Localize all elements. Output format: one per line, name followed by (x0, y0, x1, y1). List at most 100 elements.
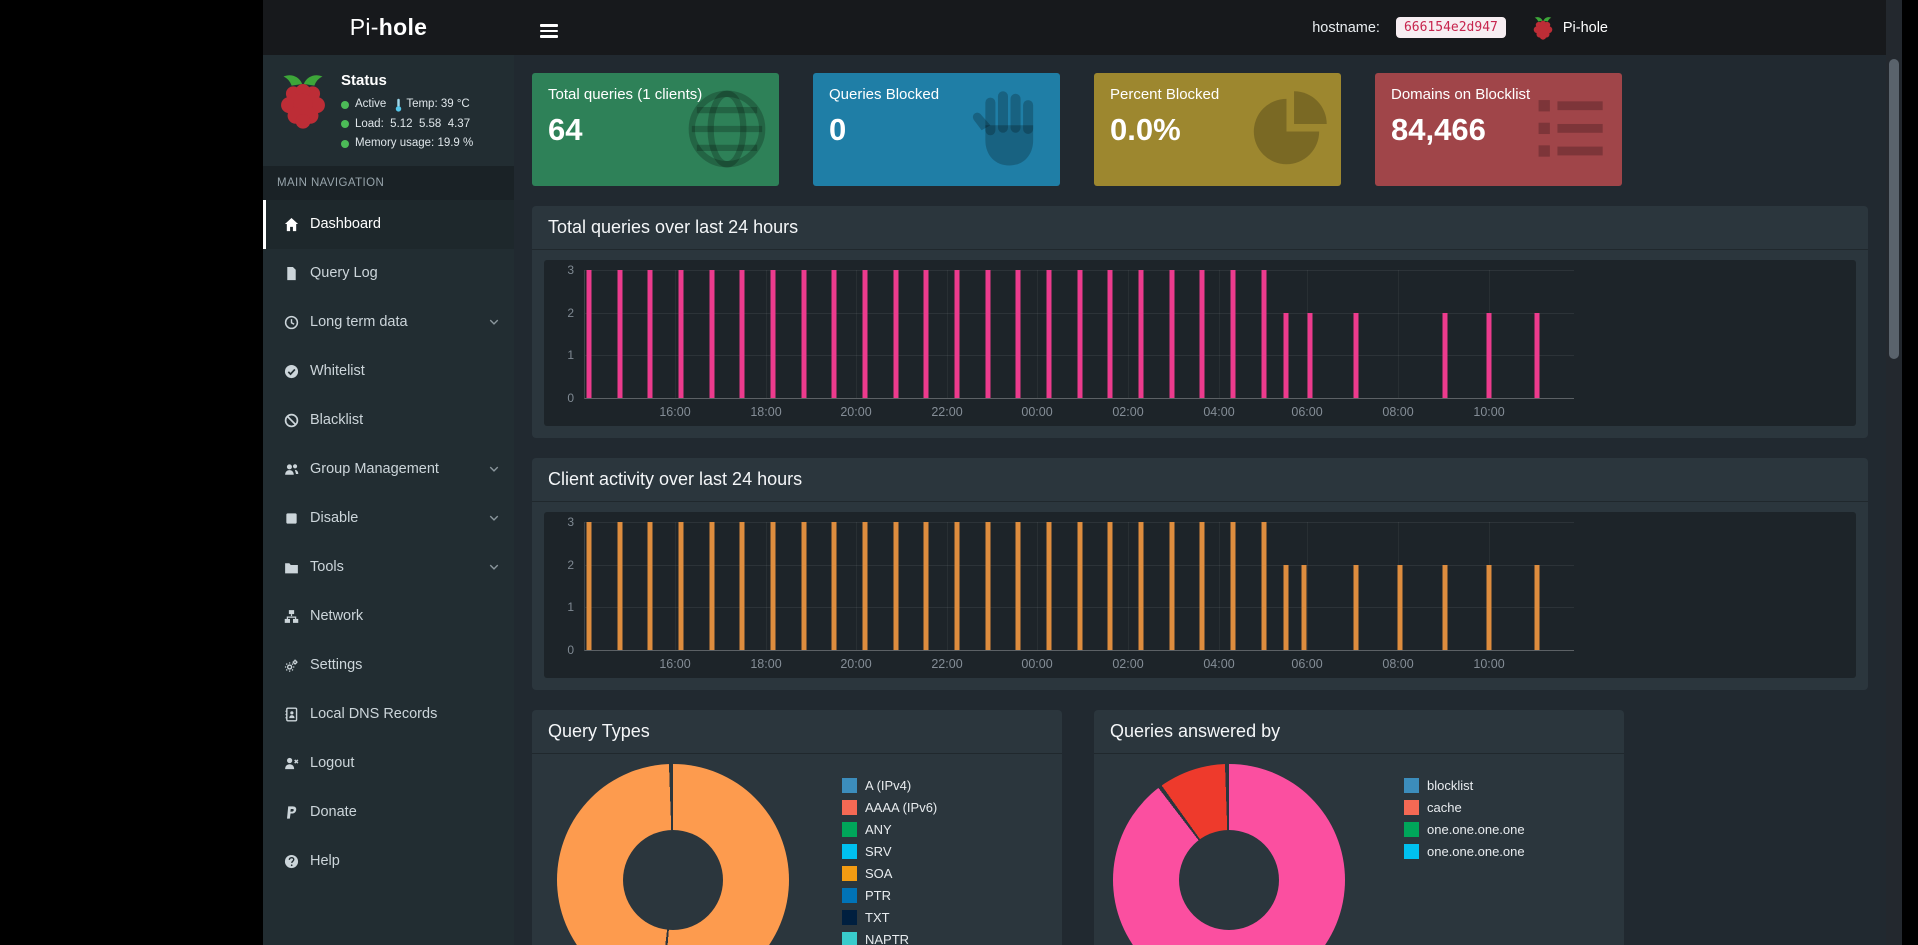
bar (1107, 522, 1113, 650)
pie-icon (1245, 85, 1333, 173)
y-tick-label: 1 (567, 600, 574, 615)
sidebar-item-label: Group Management (310, 461, 439, 478)
bar (617, 522, 623, 650)
legend-swatch (1404, 800, 1419, 815)
app-logo[interactable]: Pi-hole (263, 0, 514, 55)
page-scrollbar[interactable] (1886, 0, 1902, 945)
sidebar-item-label: Logout (310, 755, 355, 772)
gears-icon (281, 657, 301, 673)
sidebar-item-whitelist[interactable]: Whitelist (263, 347, 514, 396)
sidebar-item-local-dns-records[interactable]: Local DNS Records (263, 690, 514, 739)
total-queries-panel: Total queries over last 24 hours 0 1 2 3 16… (532, 206, 1868, 438)
logout-icon (281, 755, 301, 771)
legend-item-srv[interactable]: SRV (842, 844, 937, 859)
legend-label: one.one.one.one (1427, 844, 1525, 859)
topbar: Pi-hole hostname: 666154e2d947 Pi-hole (263, 0, 1886, 55)
legend-swatch (842, 800, 857, 815)
legend-item-any[interactable]: ANY (842, 822, 937, 837)
bar (1301, 564, 1307, 650)
gridline (856, 522, 857, 650)
sidebar-item-label: Settings (310, 657, 363, 674)
total-queries-chart-box: 0 1 2 3 16:00 18:00 20:00 22:00 00:00 02:00 04:00… (544, 260, 1856, 426)
x-tick-label: 16:00 (659, 657, 691, 671)
bar (862, 522, 868, 650)
bar (1307, 312, 1313, 398)
sidebar-item-help[interactable]: Help (263, 837, 514, 886)
pihole-admin-window: Pi-hole hostname: 666154e2d947 Pi-hole S… (263, 0, 1902, 945)
bar (1283, 312, 1289, 398)
legend-item-blocklist[interactable]: blocklist (1404, 778, 1525, 793)
sidebar-toggle-button[interactable] (536, 17, 562, 45)
legend-item-a-ipv4[interactable]: A (IPv4) (842, 778, 937, 793)
x-tick-label: 02:00 (1112, 657, 1144, 671)
client-activity-chart-box: 0 1 2 3 16:00 18:00 20:00 22:00 00:00 02:00 04:00… (544, 512, 1856, 678)
x-tick-label: 18:00 (750, 405, 782, 419)
bar (1107, 270, 1113, 398)
gridline (675, 270, 676, 398)
sidebar-item-blacklist[interactable]: Blacklist (263, 396, 514, 445)
bar (770, 270, 776, 398)
sidebar-item-network[interactable]: Network (263, 592, 514, 641)
bar (617, 270, 623, 398)
bar (1230, 522, 1236, 650)
scrollbar-thumb[interactable] (1889, 59, 1899, 359)
legend-item-txt[interactable]: TXT (842, 910, 937, 925)
legend-item-aaaa-ipv6[interactable]: AAAA (IPv6) (842, 800, 937, 815)
bar (1046, 270, 1052, 398)
bar (1230, 270, 1236, 398)
sidebar-item-group-management[interactable]: Group Management (263, 445, 514, 494)
query-types-donut[interactable] (557, 764, 789, 945)
bar (862, 270, 868, 398)
status-active-label: Active (355, 98, 387, 110)
percent-blocked-card: Percent Blocked 0.0% (1094, 73, 1341, 186)
y-axis: 0 1 2 3 (552, 263, 578, 405)
legend-item-one-one-one-one[interactable]: one.one.one.one (1404, 844, 1525, 859)
legend-item-soa[interactable]: SOA (842, 866, 937, 881)
queries-answered-by-donut[interactable] (1113, 764, 1345, 945)
bar (739, 522, 745, 650)
sidebar-item-tools[interactable]: Tools (263, 543, 514, 592)
bar (1138, 270, 1144, 398)
bar (954, 270, 960, 398)
panel-title: Queries answered by (1094, 710, 1624, 754)
status-temperature: Temp: 39 °C (406, 98, 470, 110)
sidebar-item-logout[interactable]: Logout (263, 739, 514, 788)
x-tick-label: 08:00 (1382, 657, 1414, 671)
client-activity-chart[interactable]: 16:00 18:00 20:00 22:00 00:00 02:00 04:00 06:00… (584, 522, 1575, 671)
total-queries-chart[interactable]: 16:00 18:00 20:00 22:00 00:00 02:00 04:00 06:00… (584, 270, 1575, 419)
status-memory: Memory usage: 19.9 % (355, 137, 474, 150)
bottom-row: Query Types A (IPv4) AAAA (IPv6) ANY SRV SOA… (532, 710, 1868, 945)
bar (1442, 312, 1448, 398)
legend-swatch (1404, 844, 1419, 859)
sidebar-item-donate[interactable]: Donate (263, 788, 514, 837)
query-types-body: A (IPv4) AAAA (IPv6) ANY SRV SOA PTR TXT NAPTR (532, 754, 1062, 945)
panel-title: Total queries over last 24 hours (532, 206, 1868, 250)
sidebar-item-query-log[interactable]: Query Log (263, 249, 514, 298)
legend-item-naptr[interactable]: NAPTR (842, 932, 937, 945)
gridline (766, 270, 767, 398)
sidebar-item-disable[interactable]: Disable (263, 494, 514, 543)
legend-item-one-one-one-one[interactable]: one.one.one.one (1404, 822, 1525, 837)
sidebar-item-settings[interactable]: Settings (263, 641, 514, 690)
client-activity-panel: Client activity over last 24 hours 0 1 2 3 … (532, 458, 1868, 690)
bar (1283, 564, 1289, 650)
bar (1353, 564, 1358, 650)
x-tick-label: 20:00 (840, 405, 872, 419)
sidebar-item-label: Long term data (310, 314, 408, 331)
bar (923, 270, 929, 398)
bar (1534, 312, 1539, 398)
legend-item-ptr[interactable]: PTR (842, 888, 937, 903)
sidebar-item-label: Whitelist (310, 363, 365, 380)
sidebar-menu: Dashboard Query Log Long term data Whitelis… (263, 199, 514, 886)
legend-item-cache[interactable]: cache (1404, 800, 1525, 815)
sidebar-item-dashboard[interactable]: Dashboard (263, 199, 514, 249)
ban-icon (281, 412, 301, 428)
y-tick-label: 0 (567, 391, 574, 405)
x-tick-label: 22:00 (931, 405, 963, 419)
sidebar-item-long-term-data[interactable]: Long term data (263, 298, 514, 347)
legend-swatch (842, 866, 857, 881)
bar (1486, 312, 1492, 398)
gridline (1307, 522, 1309, 650)
topbar-right: hostname: 666154e2d947 Pi-hole (1312, 0, 1608, 55)
bar (893, 522, 899, 650)
